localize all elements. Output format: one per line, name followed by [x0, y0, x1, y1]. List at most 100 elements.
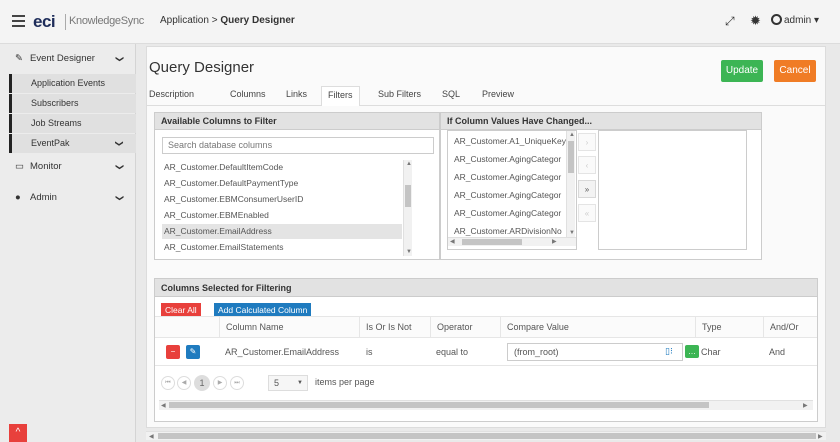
tab-filters[interactable]: Filters — [321, 86, 360, 106]
tab-description[interactable]: Description — [149, 89, 194, 99]
sidebar: ✎ Event Designer ❯ Application Events Sub… — [0, 44, 136, 442]
filter-grid-header: Columns Selected for Filtering — [155, 279, 817, 297]
move-all-right-button[interactable]: » — [578, 180, 596, 198]
cell-operator[interactable]: equal to — [436, 345, 468, 359]
list-item[interactable]: AR_Customer.EBMEnabled — [162, 208, 402, 223]
tab-columns[interactable]: Columns — [230, 89, 266, 99]
chevron-down-icon: ❯ — [115, 140, 125, 147]
page-horizontal-scrollbar[interactable]: ◀ ▶ — [146, 431, 826, 440]
scroll-up-icon[interactable]: ▲ — [569, 132, 575, 138]
scroll-left-icon[interactable]: ◀ — [161, 402, 166, 409]
tab-sql[interactable]: SQL — [442, 89, 460, 99]
vertical-scrollbar[interactable]: ▲ ▼ — [566, 131, 575, 237]
breadcrumb-current: Query Designer — [220, 15, 295, 26]
move-all-left-button[interactable]: « — [578, 204, 596, 222]
available-columns-panel: Available Columns to Filter Search datab… — [154, 112, 440, 260]
list-item-selected[interactable]: AR_Customer.EmailAddress — [162, 224, 402, 239]
list-item[interactable]: AR_Customer.AgingCategor — [452, 170, 564, 185]
list-item[interactable]: AR_Customer.DefaultPaymentType — [162, 176, 402, 191]
last-page-button[interactable]: ⏭ — [230, 376, 244, 390]
tab-links[interactable]: Links — [286, 89, 307, 99]
eci-logo: eci — [33, 12, 56, 31]
scroll-left-icon[interactable]: ◀ — [149, 433, 154, 440]
scrollbar-thumb[interactable] — [462, 239, 522, 245]
logo-divider — [65, 14, 66, 30]
breadcrumb-parent[interactable]: Application > — [160, 15, 218, 26]
user-name: admin — [784, 15, 812, 26]
add-calculated-column-button[interactable]: Add Calculated Column — [214, 303, 312, 317]
lookup-button[interactable]: … — [685, 345, 699, 358]
sidebar-item-eventpak[interactable]: EventPak ❯ — [9, 134, 136, 153]
first-page-button[interactable]: ⏮ — [161, 376, 175, 390]
list-item[interactable]: AR_Customer.AgingCategor — [452, 188, 564, 203]
list-item[interactable]: AR_Customer.A1_UniqueKey — [452, 134, 566, 149]
list-item[interactable]: AR_Customer.AgingCategor — [452, 206, 564, 221]
column-header-operator[interactable]: Operator — [430, 316, 500, 338]
scroll-down-icon[interactable]: ▼ — [569, 230, 575, 236]
scrollbar-thumb[interactable] — [158, 433, 816, 439]
compare-value-input[interactable]: (from_root) — [507, 343, 683, 361]
column-header-type[interactable]: Type — [695, 316, 763, 338]
list-item[interactable]: AR_Customer.EBMConsumerUserID — [162, 192, 402, 207]
column-header-name[interactable]: Column Name — [219, 316, 359, 338]
selected-changed-columns-list[interactable] — [598, 130, 747, 250]
cell-is-or-is-not[interactable]: is — [366, 345, 373, 359]
vertical-scrollbar[interactable]: ▲ ▼ — [403, 160, 412, 256]
tab-sub-filters[interactable]: Sub Filters — [378, 89, 421, 99]
gear-icon[interactable]: ✹ — [750, 13, 761, 29]
chevron-down-icon: ❯ — [115, 163, 125, 171]
prev-page-button[interactable]: ◀ — [177, 376, 191, 390]
horizontal-scrollbar[interactable]: ◀ ▶ — [448, 237, 576, 246]
update-button[interactable]: Update — [721, 60, 763, 82]
sidebar-item-admin[interactable]: ● Admin ❯ — [0, 187, 136, 209]
edit-row-button[interactable]: ✎ — [186, 345, 200, 359]
page-number-button[interactable]: 1 — [194, 375, 210, 391]
page-size-select[interactable]: 5 ▼ — [268, 375, 308, 391]
list-item[interactable]: AR_Customer.AgingCategor — [452, 152, 564, 167]
column-header-and-or[interactable]: And/Or — [763, 316, 817, 338]
cell-type: Char — [701, 347, 721, 357]
hamburger-menu-icon[interactable] — [12, 15, 25, 27]
remove-row-button[interactable]: − — [166, 345, 180, 359]
scroll-to-top-button[interactable]: ^ — [9, 424, 27, 442]
scrollbar-thumb[interactable] — [405, 185, 411, 207]
page-title: Query Designer — [149, 59, 255, 76]
scroll-left-icon[interactable]: ◀ — [450, 238, 455, 245]
scroll-down-icon[interactable]: ▼ — [406, 249, 412, 255]
scroll-right-icon[interactable]: ▶ — [552, 238, 557, 245]
horizontal-scrollbar[interactable]: ◀ ▶ — [159, 400, 813, 410]
scroll-right-icon[interactable]: ▶ — [803, 402, 808, 409]
chevron-down-icon: ❯ — [115, 55, 125, 63]
move-left-button[interactable]: ‹ — [578, 156, 596, 174]
sidebar-item-subscribers[interactable]: Subscribers — [9, 94, 136, 113]
sidebar-item-application-events[interactable]: Application Events — [9, 74, 136, 93]
cancel-button[interactable]: Cancel — [774, 60, 816, 82]
search-input[interactable]: Search database columns — [162, 137, 434, 154]
column-header-is-or-is-not[interactable]: Is Or Is Not — [359, 316, 430, 338]
user-icon: ● — [15, 192, 21, 203]
cell-and-or[interactable]: And — [769, 345, 785, 359]
chevron-down-icon: ▾ — [814, 15, 820, 26]
sidebar-item-monitor[interactable]: ▭ Monitor ❯ — [0, 156, 136, 178]
scroll-up-icon[interactable]: ▲ — [406, 161, 412, 167]
column-header-compare-value[interactable]: Compare Value — [500, 316, 695, 338]
chevron-down-icon: ▼ — [297, 380, 303, 386]
tab-bar: Description Columns Links Filters Sub Fi… — [147, 86, 825, 106]
list-item[interactable]: AR_Customer.DefaultItemCode — [162, 160, 402, 175]
scrollbar-thumb[interactable] — [169, 402, 709, 408]
scroll-right-icon[interactable]: ▶ — [818, 433, 823, 440]
user-icon — [771, 14, 782, 25]
scrollbar-thumb[interactable] — [568, 141, 574, 173]
user-menu[interactable]: admin ▾ — [771, 14, 819, 26]
tab-preview[interactable]: Preview — [482, 89, 514, 99]
move-right-button[interactable]: › — [578, 133, 596, 151]
variable-picker-icon[interactable]: ▯⁝ — [665, 346, 673, 357]
sidebar-item-job-streams[interactable]: Job Streams — [9, 114, 136, 133]
changed-columns-header: If Column Values Have Changed... — [441, 113, 761, 130]
sidebar-item-event-designer[interactable]: ✎ Event Designer ❯ — [0, 48, 136, 70]
available-columns-header: Available Columns to Filter — [155, 113, 439, 130]
list-item[interactable]: AR_Customer.EmailStatements — [162, 240, 402, 255]
expand-icon[interactable]: ⤢ — [725, 14, 735, 29]
clear-all-button[interactable]: Clear All — [161, 303, 201, 317]
next-page-button[interactable]: ▶ — [213, 376, 227, 390]
